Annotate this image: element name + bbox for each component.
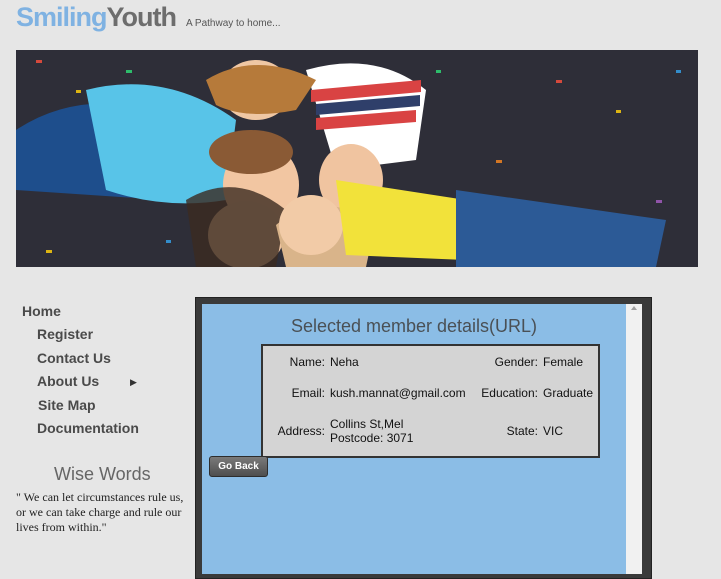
email-value: kush.mannat@gmail.com <box>330 386 466 400</box>
nav-register-link[interactable]: Register <box>37 326 93 342</box>
name-label: Name: <box>289 355 325 369</box>
name-value: Neha <box>330 355 359 369</box>
logo-youth: Youth <box>106 2 177 32</box>
nav-documentation-link[interactable]: Documentation <box>37 420 139 436</box>
gender-label: Gender: <box>494 355 538 369</box>
wise-words-quote: " We can let circumstances rule us, or w… <box>16 490 184 534</box>
go-back-button[interactable]: Go Back <box>209 456 268 477</box>
tagline: A Pathway to home... <box>186 18 281 29</box>
scroll-up-arrow-icon[interactable] <box>631 306 637 310</box>
nav-sitemap-link[interactable]: Site Map <box>38 397 96 413</box>
address-line1: Collins St,Mel <box>330 417 404 431</box>
site-logo[interactable]: SmilingYouth <box>16 2 177 33</box>
state-value: VIC <box>543 424 564 438</box>
nav-about-link[interactable]: About Us <box>37 373 99 389</box>
vertical-scrollbar[interactable] <box>626 304 642 574</box>
nav-home-link[interactable]: Home <box>22 303 61 319</box>
submenu-arrow-icon[interactable]: ▶ <box>130 377 137 388</box>
hero-banner-image <box>16 50 698 267</box>
education-value: Graduate <box>543 386 594 400</box>
gender-value: Female <box>543 355 584 369</box>
email-label: Email: <box>291 386 325 400</box>
logo-smiling: Smiling <box>16 2 108 32</box>
panel-title: Selected member details(URL) <box>290 316 538 336</box>
address-line2: Postcode: 3071 <box>330 431 414 445</box>
wise-words-heading: Wise Words <box>54 464 151 484</box>
address-label: Address: <box>277 424 325 438</box>
state-label: State: <box>506 424 538 438</box>
member-details-table: Name: Neha Gender: Female Email: kush.ma… <box>261 344 600 458</box>
education-label: Education: <box>481 386 538 400</box>
nav-contact-link[interactable]: Contact Us <box>37 350 111 366</box>
